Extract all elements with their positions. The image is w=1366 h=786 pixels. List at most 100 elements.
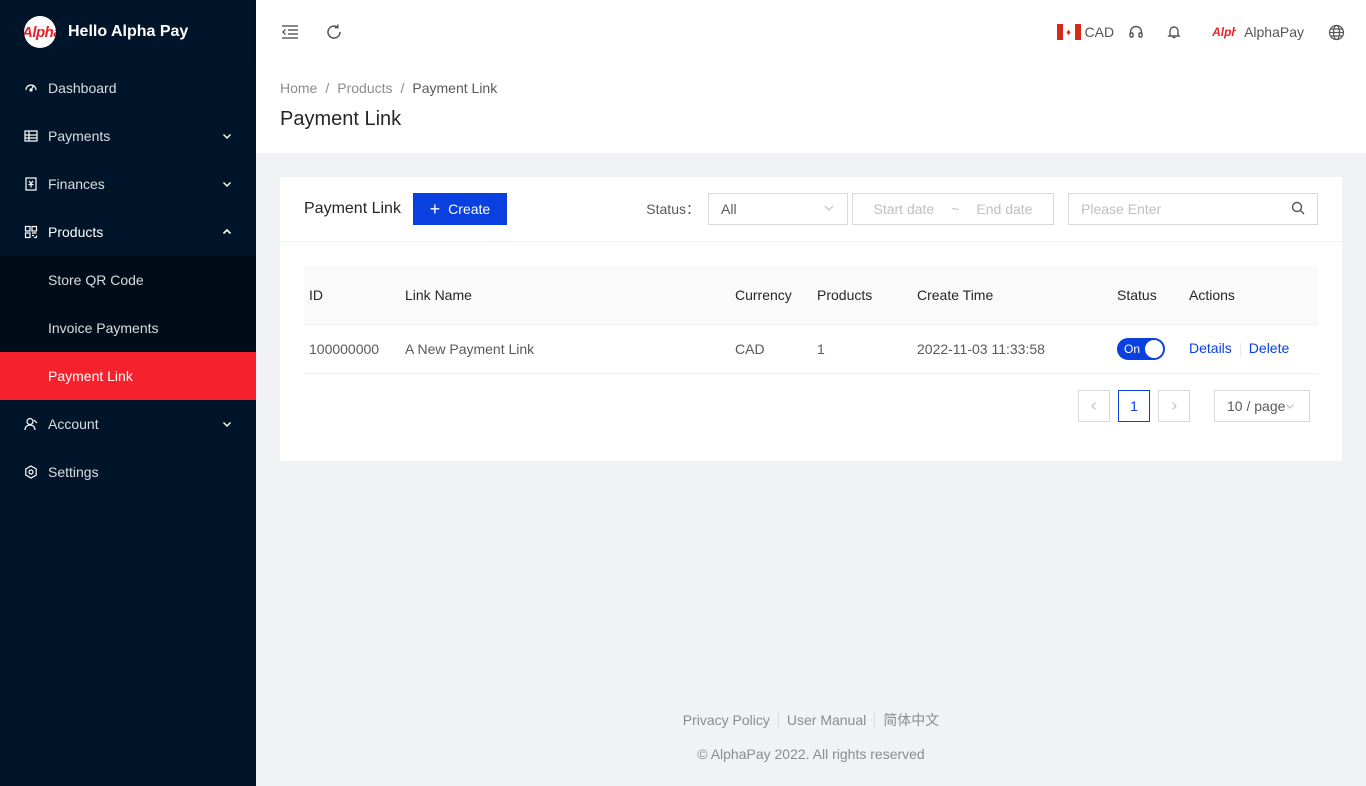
column-header: Create Time xyxy=(912,266,1112,325)
create-button-label: Create xyxy=(448,201,491,217)
sidebar-item-account[interactable]: Account xyxy=(0,400,256,448)
status-select-value: All xyxy=(721,201,737,217)
pagination: 1 10 / page xyxy=(304,389,1318,422)
finances-icon xyxy=(24,177,38,191)
column-header: Link Name xyxy=(400,266,730,325)
breadcrumb-current: Payment Link xyxy=(412,80,498,96)
plus-icon: + xyxy=(429,199,441,219)
privacy-policy-link[interactable]: Privacy Policy xyxy=(683,712,770,728)
cell-id: 100000000 xyxy=(304,324,400,374)
page-number-button[interactable]: 1 xyxy=(1118,389,1150,422)
cell-products: 1 xyxy=(812,324,912,374)
payment-link-card: Payment Link + Create Status： All Start … xyxy=(280,177,1342,461)
column-header: Actions xyxy=(1184,266,1318,325)
payment-link-table: ID Link Name Currency Products Create Ti… xyxy=(304,266,1318,374)
cell-currency: CAD xyxy=(730,324,812,374)
account-icon xyxy=(24,417,38,431)
sidebar-item-label: Products xyxy=(48,224,104,240)
dashboard-icon xyxy=(24,81,38,95)
chevron-down-icon xyxy=(1285,398,1295,414)
sidebar-item-store-qr-code[interactable]: Store QR Code xyxy=(0,256,256,304)
chevron-down-icon xyxy=(222,131,232,141)
prev-page-button[interactable] xyxy=(1078,389,1110,422)
search-icon[interactable] xyxy=(1291,201,1305,218)
start-date-input[interactable]: Start date xyxy=(874,201,935,217)
column-header: Currency xyxy=(730,266,812,325)
headset-icon[interactable] xyxy=(1126,22,1146,42)
delete-link[interactable]: Delete xyxy=(1249,340,1289,356)
products-icon xyxy=(24,225,38,239)
footer: Privacy Policy User Manual 简体中文 © AlphaP… xyxy=(256,710,1366,762)
status-toggle[interactable]: On xyxy=(1117,337,1165,360)
page-header: Home / Products / Payment Link Payment L… xyxy=(256,64,1366,153)
sidebar-item-label: Settings xyxy=(48,464,99,480)
create-button[interactable]: + Create xyxy=(412,193,507,225)
page-size-select[interactable]: 10 / page xyxy=(1214,389,1310,422)
column-header: Status xyxy=(1112,266,1184,325)
card-title: Payment Link xyxy=(304,200,401,217)
chevron-down-icon xyxy=(222,419,232,429)
refresh-icon[interactable] xyxy=(324,22,344,42)
collapse-menu-icon[interactable] xyxy=(280,22,300,42)
brand-logo-text: Alpha xyxy=(24,23,56,41)
sidebar-item-payments[interactable]: Payments xyxy=(0,112,256,160)
language-link[interactable]: 简体中文 xyxy=(883,710,939,730)
details-link[interactable]: Details xyxy=(1189,340,1232,356)
status-select[interactable]: All xyxy=(708,193,848,225)
breadcrumb: Home / Products / Payment Link xyxy=(280,80,1342,96)
globe-icon[interactable] xyxy=(1326,22,1346,42)
action-divider xyxy=(1239,342,1241,357)
cell-link-name: A New Payment Link xyxy=(400,324,730,374)
currency-label: CAD xyxy=(1084,24,1115,40)
cell-create-time: 2022-11-03 11:33:58 xyxy=(912,324,1112,374)
status-toggle-label: On xyxy=(1124,341,1141,356)
sidebar-item-label: Store QR Code xyxy=(48,272,144,288)
date-range-separator: ~ xyxy=(951,201,960,217)
settings-icon xyxy=(24,465,38,479)
sidebar-item-label: Finances xyxy=(48,176,105,192)
sidebar: Alpha Hello Alpha Pay Dashboard Payments… xyxy=(0,0,256,786)
status-filter-label: Status： xyxy=(646,201,700,217)
breadcrumb-separator: / xyxy=(400,80,405,96)
sidebar-item-label: Payment Link xyxy=(48,368,133,384)
cell-actions: Details Delete xyxy=(1184,324,1318,374)
date-range-picker[interactable]: Start date ~ End date xyxy=(852,193,1054,225)
table-row: 100000000 A New Payment Link CAD 1 2022-… xyxy=(304,324,1318,374)
canada-flag-icon: ♦ xyxy=(1056,24,1081,40)
bell-icon[interactable] xyxy=(1164,22,1184,42)
sidebar-item-payment-link[interactable]: Payment Link xyxy=(0,352,256,400)
user-menu[interactable]: Alpha AlphaPay xyxy=(1212,24,1304,40)
toggle-knob xyxy=(1145,339,1163,358)
sidebar-item-products[interactable]: Products xyxy=(0,208,256,256)
sidebar-item-settings[interactable]: Settings xyxy=(0,448,256,496)
user-name: AlphaPay xyxy=(1244,24,1304,40)
sidebar-item-label: Account xyxy=(48,416,99,432)
search-input[interactable] xyxy=(1081,201,1291,217)
breadcrumb-products[interactable]: Products xyxy=(337,80,392,96)
sidebar-item-dashboard[interactable]: Dashboard xyxy=(0,64,256,112)
cell-status: On xyxy=(1112,324,1184,374)
products-submenu: Store QR Code Invoice Payments Payment L… xyxy=(0,256,256,400)
payments-icon xyxy=(24,129,38,143)
footer-divider xyxy=(874,713,876,727)
sidebar-item-finances[interactable]: Finances xyxy=(0,160,256,208)
brand[interactable]: Alpha Hello Alpha Pay xyxy=(0,0,256,64)
chevron-down-icon xyxy=(222,179,232,189)
user-manual-link[interactable]: User Manual xyxy=(787,712,866,728)
breadcrumb-home[interactable]: Home xyxy=(280,80,317,96)
next-page-button[interactable] xyxy=(1158,389,1190,422)
breadcrumb-separator: / xyxy=(325,80,330,96)
sidebar-item-label: Dashboard xyxy=(48,80,117,96)
column-header: Products xyxy=(812,266,912,325)
page-size-value: 10 / page xyxy=(1227,397,1286,414)
page-title: Payment Link xyxy=(280,108,402,130)
copyright-text: © AlphaPay 2022. All rights reserved xyxy=(697,746,925,762)
end-date-input[interactable]: End date xyxy=(976,201,1032,217)
sidebar-item-invoice-payments[interactable]: Invoice Payments xyxy=(0,304,256,352)
currency-switcher[interactable]: ♦ CAD xyxy=(1056,24,1115,40)
sidebar-item-label: Invoice Payments xyxy=(48,320,159,336)
brand-title: Hello Alpha Pay xyxy=(68,23,189,40)
search-box xyxy=(1068,193,1318,225)
column-header: ID xyxy=(304,266,400,325)
chevron-down-icon xyxy=(823,201,835,217)
